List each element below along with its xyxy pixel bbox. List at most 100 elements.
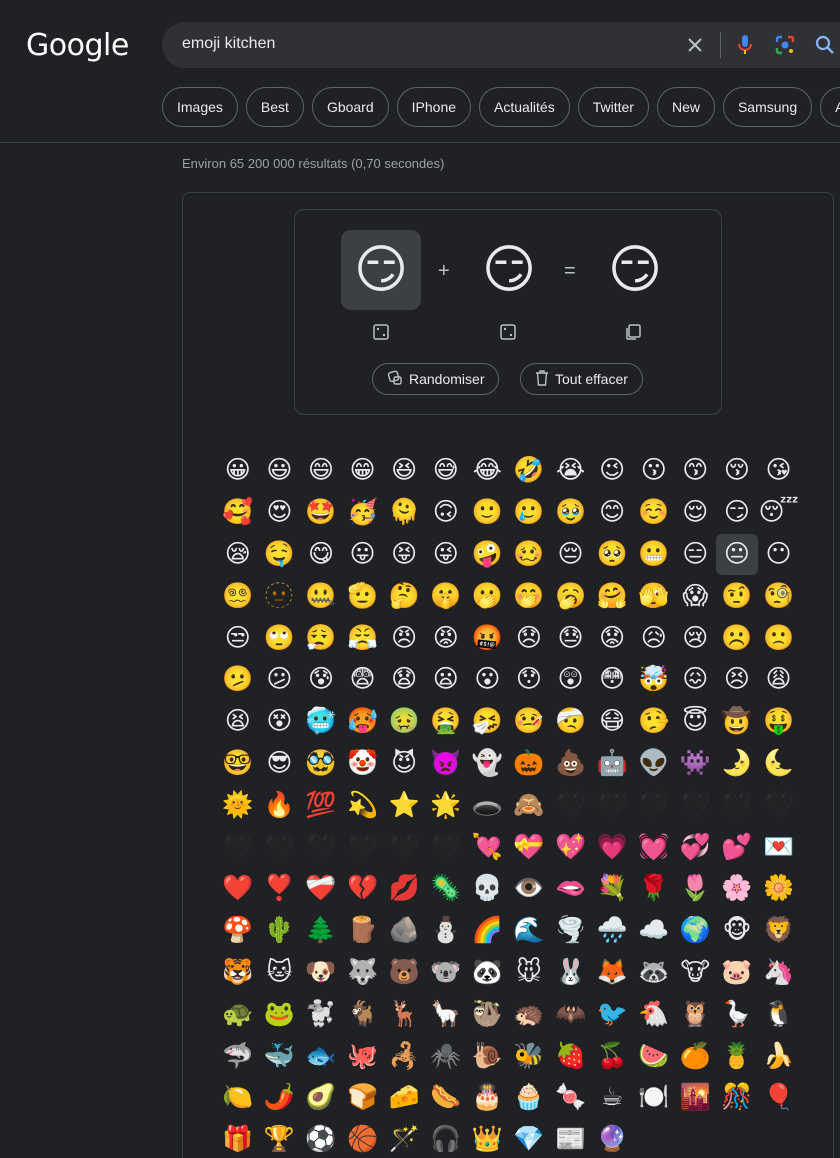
emoji-option[interactable]: 🎃 (508, 743, 550, 785)
emoji-option[interactable]: 💎 (508, 1119, 550, 1158)
chip-samsung[interactable]: Samsung (722, 87, 813, 127)
left-emoji-slot[interactable]: 😏 (341, 230, 421, 310)
emoji-option[interactable]: 😮‍💨 (300, 617, 342, 659)
emoji-option[interactable]: 🌼 (758, 868, 800, 910)
emoji-option[interactable]: 🖤 (383, 826, 425, 868)
emoji-option[interactable]: 💕 (716, 826, 758, 868)
emoji-option[interactable]: 🌭 (425, 1077, 467, 1119)
emoji-option[interactable]: 🤮 (425, 701, 467, 743)
emoji-option[interactable]: 😃 (259, 450, 301, 492)
emoji-option[interactable]: 👑 (467, 1119, 509, 1158)
emoji-option[interactable]: 😪 (217, 534, 259, 576)
emoji-option[interactable]: 🌶️ (259, 1077, 301, 1119)
emoji-option[interactable]: 💘 (467, 826, 509, 868)
emoji-option[interactable]: 🤫 (425, 575, 467, 617)
emoji-option[interactable]: 🍽️ (633, 1077, 675, 1119)
emoji-option[interactable]: 🤠 (716, 701, 758, 743)
emoji-option[interactable]: 🤖 (591, 743, 633, 785)
emoji-option[interactable]: 🦉 (675, 993, 717, 1035)
chip-iphone[interactable]: IPhone (396, 87, 472, 127)
emoji-option[interactable]: 🥑 (300, 1077, 342, 1119)
emoji-option[interactable]: 😕 (259, 659, 301, 701)
emoji-option[interactable]: 🙄 (259, 617, 301, 659)
emoji-option[interactable]: 🥰 (217, 492, 259, 534)
emoji-option[interactable]: 🌈 (467, 910, 509, 952)
emoji-option[interactable]: 🙁 (758, 617, 800, 659)
emoji-option[interactable]: 🦇 (550, 993, 592, 1035)
emoji-option[interactable]: 🐐 (342, 993, 384, 1035)
emoji-option[interactable]: 🍊 (675, 1035, 717, 1077)
emoji-option[interactable]: 🍍 (716, 1035, 758, 1077)
emoji-option[interactable]: 😣 (716, 659, 758, 701)
dice-icon[interactable] (371, 322, 391, 342)
emoji-option[interactable]: ☕ (591, 1077, 633, 1119)
emoji-option[interactable]: 🥱 (550, 575, 592, 617)
emoji-option[interactable]: 🖤 (217, 826, 259, 868)
emoji-option[interactable]: 😥 (633, 617, 675, 659)
emoji-option[interactable]: 🦈 (217, 1035, 259, 1077)
close-icon[interactable] (682, 32, 708, 58)
emoji-option[interactable]: 🙂 (467, 492, 509, 534)
emoji-option[interactable]: 😏 (716, 492, 758, 534)
emoji-option[interactable]: 🥸 (300, 743, 342, 785)
emoji-option[interactable]: 🐦 (591, 993, 633, 1035)
emoji-option[interactable]: 🫤 (217, 659, 259, 701)
emoji-option[interactable]: 😚 (716, 450, 758, 492)
emoji-option[interactable]: 🔮 (591, 1119, 633, 1158)
emoji-option[interactable]: ⚽ (300, 1119, 342, 1158)
emoji-option[interactable]: 😀 (217, 450, 259, 492)
emoji-option[interactable]: 🐌 (467, 1035, 509, 1077)
emoji-option[interactable]: 😯 (508, 659, 550, 701)
emoji-option[interactable]: 😑 (675, 534, 717, 576)
emoji-option[interactable]: 🤣 (508, 450, 550, 492)
emoji-option[interactable]: 💞 (675, 826, 717, 868)
emoji-option[interactable]: 😬 (633, 534, 675, 576)
emoji-option[interactable]: 🐢 (217, 993, 259, 1035)
emoji-option[interactable]: 🦂 (383, 1035, 425, 1077)
emoji-option[interactable]: 🖤 (633, 784, 675, 826)
emoji-option[interactable]: 🧁 (508, 1077, 550, 1119)
emoji-option[interactable]: 🖤 (300, 826, 342, 868)
emoji-option[interactable]: 🐻 (383, 952, 425, 994)
emoji-option[interactable]: 🫦 (550, 868, 592, 910)
emoji-option[interactable]: 😅 (425, 450, 467, 492)
emoji-option[interactable]: 😲 (550, 659, 592, 701)
emoji-option[interactable]: 🤡 (342, 743, 384, 785)
emoji-option[interactable]: 😰 (300, 659, 342, 701)
emoji-option[interactable]: 🎊 (716, 1077, 758, 1119)
emoji-option[interactable]: 🤓 (217, 743, 259, 785)
emoji-option[interactable]: 🐭 (508, 952, 550, 994)
emoji-option[interactable]: 😛 (342, 534, 384, 576)
emoji-option[interactable]: 🎂 (467, 1077, 509, 1119)
emoji-option[interactable]: 🪿 (716, 993, 758, 1035)
search-icon[interactable] (812, 32, 838, 58)
emoji-option[interactable]: 😐 (716, 533, 758, 576)
emoji-option[interactable]: 😗 (633, 450, 675, 492)
emoji-option[interactable]: 🌧️ (591, 910, 633, 952)
emoji-option[interactable]: 🌍 (675, 910, 717, 952)
emoji-option[interactable]: 😞 (508, 617, 550, 659)
emoji-option[interactable]: 😩 (758, 659, 800, 701)
search-input[interactable] (182, 35, 662, 53)
emoji-option[interactable]: 😵‍💫 (217, 575, 259, 617)
emoji-option[interactable]: 😶 (758, 534, 800, 576)
emoji-option[interactable]: 🌵 (259, 910, 301, 952)
emoji-option[interactable]: 🐩 (300, 993, 342, 1035)
emoji-option[interactable]: 🦊 (591, 952, 633, 994)
chip-new[interactable]: New (656, 87, 715, 127)
emoji-option[interactable]: 🌟 (425, 784, 467, 826)
emoji-option[interactable]: 🤩 (300, 492, 342, 534)
emoji-option[interactable]: 🪄 (383, 1119, 425, 1158)
emoji-option[interactable]: 🖤 (675, 784, 717, 826)
emoji-option[interactable]: ❤️ (217, 868, 259, 910)
emoji-option[interactable]: 😠 (383, 617, 425, 659)
emoji-option[interactable]: 🥲 (508, 492, 550, 534)
emoji-option[interactable]: 🍌 (758, 1035, 800, 1077)
emoji-option[interactable]: 🍬 (550, 1077, 592, 1119)
chip-images[interactable]: Images (162, 87, 238, 127)
emoji-option[interactable]: 🤕 (550, 701, 592, 743)
emoji-option[interactable]: 💝 (508, 826, 550, 868)
emoji-option[interactable]: 🤧 (467, 701, 509, 743)
emoji-option[interactable]: 😭 (550, 450, 592, 492)
emoji-option[interactable]: 😙 (675, 450, 717, 492)
